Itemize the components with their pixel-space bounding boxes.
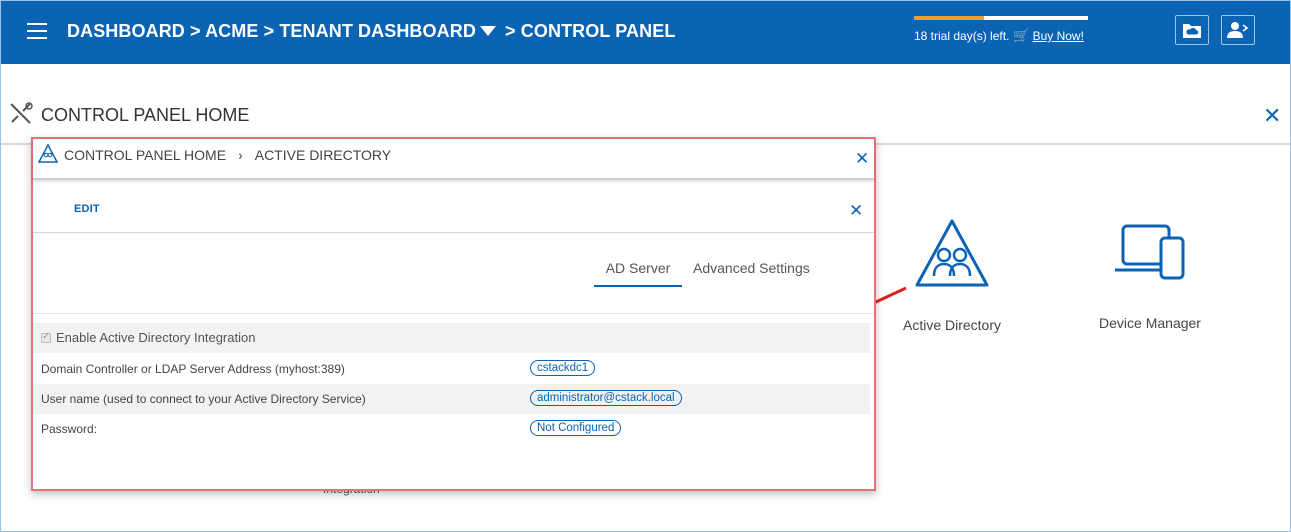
active-directory-popup: CONTROL PANEL HOME › ACTIVE DIRECTORY ✕ ED…: [31, 137, 876, 491]
user-logout-button[interactable]: [1221, 15, 1255, 45]
field-value[interactable]: cstackdc1: [530, 360, 596, 376]
field-row: Password: Not Configured: [33, 414, 870, 444]
device-manager-icon: [1115, 224, 1185, 280]
page-title: CONTROL PANEL HOME: [41, 105, 250, 125]
menu-icon[interactable]: [27, 23, 47, 39]
edit-button[interactable]: EDIT: [74, 203, 100, 215]
field-value[interactable]: Not Configured: [530, 420, 622, 436]
enable-ad-row: Enable Active Directory Integration: [33, 323, 870, 353]
popup-header: CONTROL PANEL HOME › ACTIVE DIRECTORY ✕: [33, 139, 874, 180]
trial-status: 18 trial day(s) left. 🛒 Buy Now!: [914, 28, 1084, 44]
trial-progress-fill: [914, 16, 984, 20]
tab-advanced-settings[interactable]: Advanced Settings: [693, 260, 810, 276]
popup-breadcrumb-current: ACTIVE DIRECTORY: [254, 147, 392, 163]
field-row: Domain Controller or LDAP Server Address…: [33, 354, 870, 384]
close-icon[interactable]: ✕: [1263, 105, 1281, 127]
control-panel-header: CONTROL PANEL HOME ✕: [1, 64, 1290, 145]
field-label: User name (used to connect to your Activ…: [41, 392, 366, 406]
top-bar: DASHBOARD > ACME > TENANT DASHBOARD > CO…: [1, 1, 1290, 64]
enable-ad-checkbox[interactable]: [41, 331, 51, 343]
divider: [33, 313, 874, 314]
tile-label: Device Manager: [1099, 315, 1201, 331]
field-value[interactable]: administrator@cstack.local: [530, 390, 682, 406]
trial-days-text: 18 trial day(s) left.: [914, 29, 1010, 43]
breadcrumb-acme[interactable]: ACME: [205, 21, 258, 41]
breadcrumb-separator: >: [263, 21, 275, 41]
active-directory-small-icon: [38, 144, 58, 163]
breadcrumb-separator: >: [505, 21, 516, 41]
buy-now-link[interactable]: Buy Now!: [1033, 29, 1084, 43]
popup-breadcrumb: CONTROL PANEL HOME › ACTIVE DIRECTORY: [64, 147, 391, 163]
breadcrumb-separator: >: [190, 21, 201, 41]
field-label: Password:: [41, 422, 98, 436]
field-row: User name (used to connect to your Activ…: [33, 384, 870, 414]
caret-down-icon[interactable]: [479, 26, 496, 37]
close-icon[interactable]: ✕: [849, 201, 863, 221]
tile-label: Active Directory: [902, 317, 1002, 333]
edit-toolbar: EDIT ✕: [33, 182, 874, 233]
field-label: Domain Controller or LDAP Server Address…: [41, 362, 345, 376]
user-logout-icon: [1227, 22, 1249, 38]
breadcrumb: DASHBOARD > ACME > TENANT DASHBOARD > CO…: [67, 21, 675, 42]
cloud-folder-button[interactable]: [1175, 15, 1209, 45]
close-icon[interactable]: ✕: [855, 149, 869, 169]
breadcrumb-dashboard[interactable]: DASHBOARD: [67, 21, 185, 41]
breadcrumb-tenant-dashboard[interactable]: TENANT DASHBOARD: [279, 21, 476, 41]
chevron-right-icon: ›: [238, 147, 243, 163]
cart-icon: 🛒: [1013, 28, 1030, 43]
tools-icon: [10, 102, 33, 124]
tab-ad-server[interactable]: AD Server: [594, 260, 682, 287]
breadcrumb-control-panel: CONTROL PANEL: [520, 21, 676, 41]
cloud-folder-icon: [1183, 24, 1201, 38]
popup-breadcrumb-home[interactable]: CONTROL PANEL HOME: [64, 147, 226, 163]
active-directory-icon: [915, 219, 989, 287]
enable-ad-label: Enable Active Directory Integration: [56, 330, 256, 345]
active-directory-tile[interactable]: Active Directory: [893, 218, 1011, 333]
device-manager-tile[interactable]: Device Manager: [1090, 218, 1210, 331]
trial-progress-bar: [914, 16, 1088, 20]
